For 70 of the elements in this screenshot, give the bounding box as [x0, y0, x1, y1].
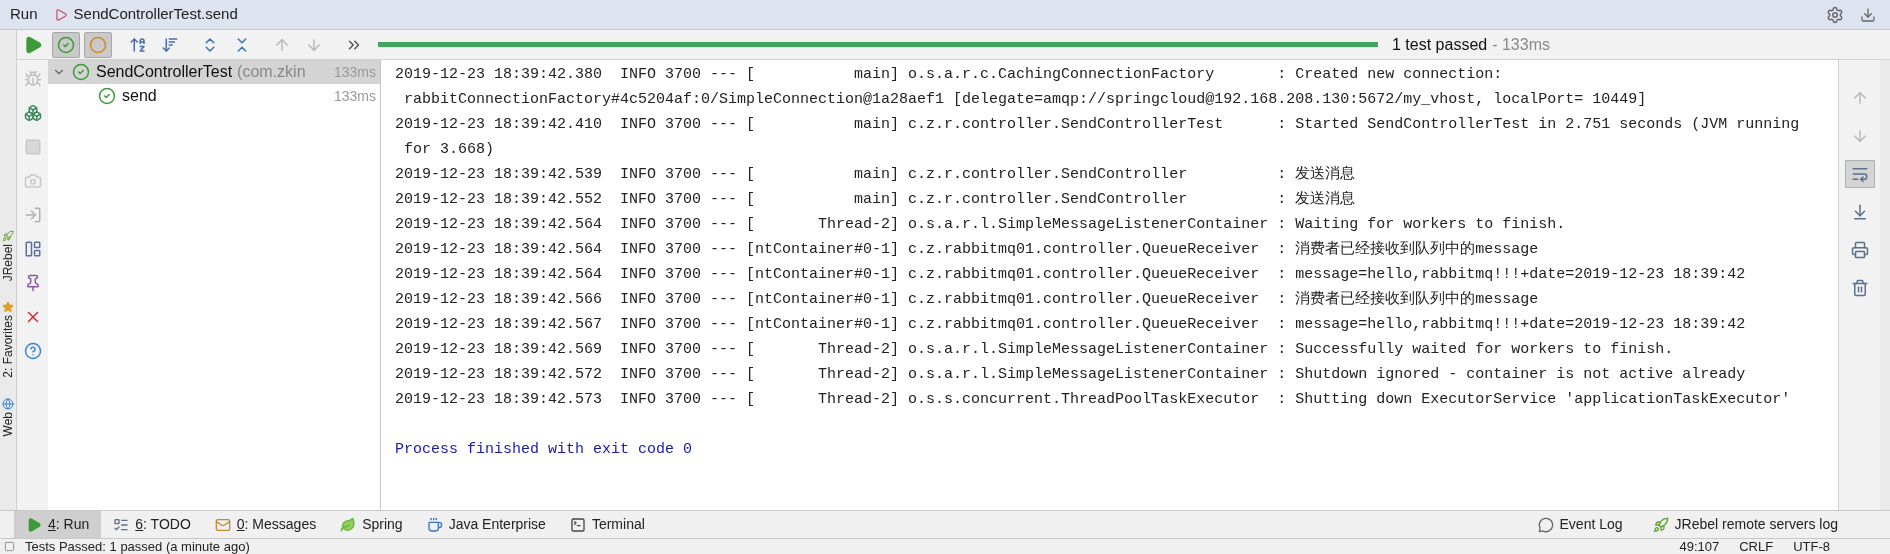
- test-duration: 133ms: [333, 86, 377, 106]
- test-name: send: [122, 86, 157, 106]
- toolbar-button[interactable]: [52, 31, 80, 58]
- todo-icon: [113, 516, 130, 533]
- log-line: for 3.668): [403, 140, 495, 160]
- star-icon[interactable]: [2, 301, 14, 314]
- window-title: Run: [10, 4, 38, 25]
- ignored-filter-icon: [89, 35, 107, 54]
- sort-duration-icon: [161, 35, 179, 54]
- log-line: 2019-12-23 18:39:42.569 INFO 3700 --- [ Thread-2] o.s.a.r.l.SimpleMessageListenerContainer : Successfully waited for workers to finish.: [395, 340, 1674, 360]
- tree-item[interactable]: send 133ms: [48, 84, 380, 108]
- tool-window-tab[interactable]: Event Log: [1537, 514, 1623, 535]
- side-tab[interactable]: 2: Favorites: [0, 315, 17, 379]
- line-separator[interactable]: CRLF: [1739, 539, 1774, 554]
- log-line: 2019-12-23 18:39:42.564 INFO 3700 --- [ntContainer#0-1] c.z.rabbitmq01.controller.QueueReceiver : message=hello,rabbitmq!!!+date=2019-12-23 18:39:42: [395, 265, 1746, 285]
- trash-icon: [1850, 279, 1869, 297]
- rocket-icon: [1652, 516, 1669, 533]
- log-line: 2019-12-23 18:39:42.539 INFO 3700 --- [ main] c.z.r.controller.SendController : 发送消息: [395, 164, 1356, 185]
- passed-icon: [98, 87, 116, 105]
- help-icon[interactable]: [23, 342, 42, 360]
- toolbar-button[interactable]: [84, 31, 112, 58]
- passed-icon: [72, 63, 90, 81]
- layout-toggle-icon[interactable]: [4, 541, 15, 552]
- log-line: 2019-12-23 18:39:42.564 INFO 3700 --- [ntContainer#0-1] c.z.rabbitmq01.controller.QueueReceiver : 消费者已经接收到队列中的message: [395, 239, 1539, 260]
- tool-window-tab[interactable]: Spring: [328, 510, 415, 539]
- tool-window-tab[interactable]: 4: Run: [14, 510, 102, 539]
- globe-icon[interactable]: [2, 398, 14, 411]
- rocket-icon[interactable]: [2, 230, 14, 242]
- log-line: 2019-12-23 18:39:42.573 INFO 3700 --- [ Thread-2] o.s.s.concurrent.ThreadPoolTaskExecutor : Shutting down ExecutorService 'applicationTaskExecutor': [395, 390, 1791, 410]
- passed-filter-icon: [57, 35, 75, 54]
- play-icon: [26, 516, 42, 533]
- log-line: 2019-12-23 18:39:42.552 INFO 3700 --- [ main] c.z.r.controller.SendController : 发送消息: [395, 189, 1356, 210]
- test-time: - 133ms: [1492, 34, 1550, 55]
- tool-window-tab[interactable]: JRebel remote servers log: [1652, 514, 1838, 535]
- tool-window-tab[interactable]: Java Enterprise: [414, 510, 558, 539]
- exit-icon[interactable]: [23, 206, 42, 224]
- messages-icon: [214, 516, 231, 533]
- run-config-icon: [53, 7, 68, 22]
- log-line: 2019-12-23 18:39:42.410 INFO 3700 --- [ main] c.z.r.controller.SendControllerTest : Started SendControllerTest in 2.751 seconds (JVM running: [395, 115, 1800, 135]
- speech-bubble-icon: [1537, 516, 1554, 533]
- settings-icon[interactable]: [1826, 5, 1844, 24]
- caret-position[interactable]: 49:107: [1679, 539, 1720, 554]
- file-encoding[interactable]: UTF-8: [1793, 539, 1830, 554]
- print-icon: [1850, 241, 1869, 259]
- console-action-button[interactable]: [1844, 160, 1875, 188]
- leaf-icon: [340, 516, 357, 533]
- log-line: 2019-12-23 18:39:42.564 INFO 3700 --- [ Thread-2] o.s.a.r.l.SimpleMessageListenerContainer : Waiting for workers to finish.: [395, 215, 1566, 235]
- log-line: 2019-12-23 18:39:42.572 INFO 3700 --- [ Thread-2] o.s.a.r.l.SimpleMessageListenerContainer : Shutdown ignored - container is not active already: [395, 365, 1746, 385]
- test-status: 1 test passed: [1392, 34, 1488, 55]
- test-duration: 133ms: [333, 62, 377, 82]
- layout-icon[interactable]: [23, 240, 42, 258]
- log-line: 2019-12-23 18:39:42.566 INFO 3700 --- [ntContainer#0-1] c.z.rabbitmq01.controller.QueueReceiver : 消费者已经接收到队列中的message: [395, 289, 1539, 310]
- test-name: SendControllerTest: [96, 62, 233, 82]
- tool-window-tab[interactable]: 6: TODO: [101, 510, 203, 539]
- log-line: 2019-12-23 18:39:42.567 INFO 3700 --- [ntContainer#0-1] c.z.rabbitmq01.controller.QueueReceiver : message=hello,rabbitmq!!!+date=2019-12-23 18:39:42: [395, 315, 1746, 335]
- test-package: (com.zkin: [237, 62, 306, 82]
- side-tab[interactable]: Web: [0, 412, 17, 437]
- log-line: 2019-12-23 18:39:42.380 INFO 3700 --- [ main] o.s.a.r.c.CachingConnectionFactory : Created new connection:: [395, 65, 1503, 85]
- tree-item[interactable]: SendControllerTest (com.zkin 133ms: [48, 60, 380, 84]
- sort-alpha-icon: [129, 35, 147, 54]
- log-line: rabbitConnectionFactory#4c5204af:0/SimpleConnection@1a28aef1 [delegate=amqp://springcloud@192.168.208.130:5672/my_vhost, localPort= 10449]: [403, 90, 1647, 110]
- side-tab[interactable]: JRebel: [0, 244, 17, 282]
- status-message: Tests Passed: 1 passed (a minute ago): [25, 539, 250, 554]
- exit-message: Process finished with exit code 0: [395, 440, 694, 460]
- soft-wrap-icon: [1850, 165, 1869, 183]
- java-ee-icon: [426, 516, 443, 533]
- tool-window-tab[interactable]: 0: Messages: [202, 510, 329, 539]
- tool-window-tab[interactable]: Terminal: [557, 510, 657, 539]
- run-tab[interactable]: SendControllerTest.send: [73, 3, 238, 26]
- terminal-icon: [569, 516, 586, 533]
